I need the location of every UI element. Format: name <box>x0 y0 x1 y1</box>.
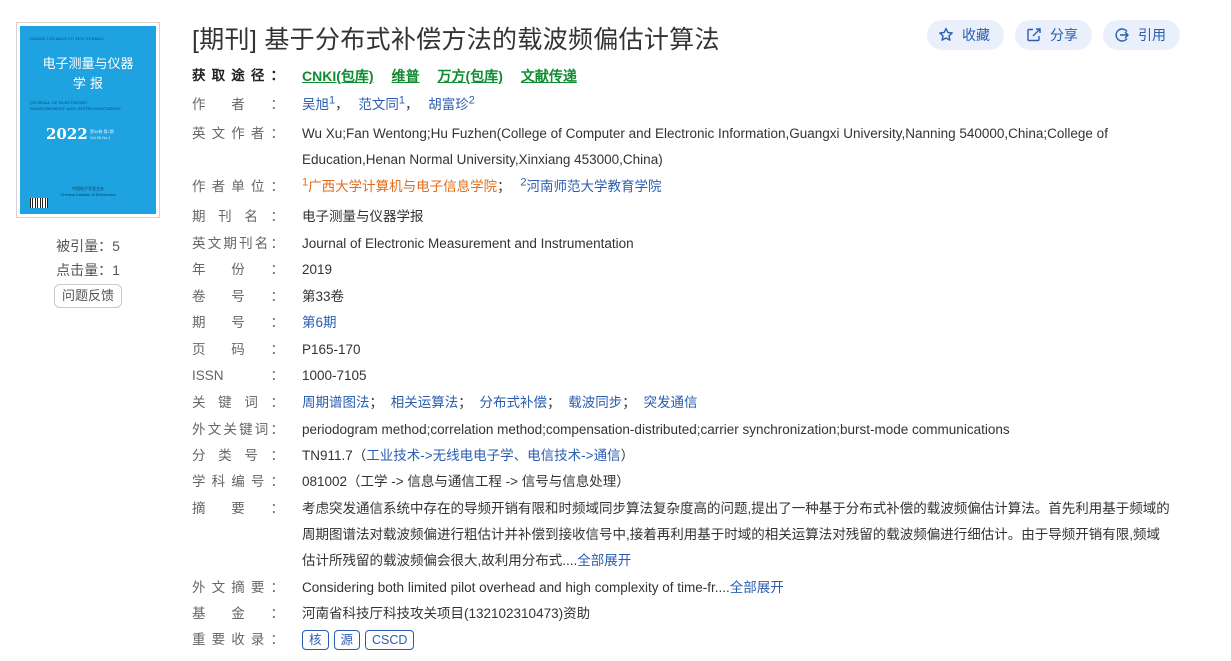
cover-pinyin: DIANZI CELIANG YU YIQI XUEBAO <box>30 36 104 41</box>
pages-value: P165-170 <box>302 342 361 357</box>
abstract-label: 摘要： <box>192 501 284 516</box>
authors-value: 吴旭1， 范文同1， 胡富珍2 <box>302 94 475 112</box>
keyword-link[interactable]: 相关运算法 <box>391 395 459 410</box>
source-label: 获取途径： <box>192 68 284 83</box>
click-count: 点击量：1 <box>56 262 120 278</box>
source-link-cnki[interactable]: CNKI(包库) <box>302 68 374 84</box>
fund-label: 基金： <box>192 606 284 621</box>
class-link-industry[interactable]: 工业技术 <box>366 448 420 463</box>
en-abstract-label: 外文摘要： <box>192 580 284 595</box>
cover-publisher-en: Chinese Institute of Electronics <box>60 192 116 197</box>
class-arrow: -> <box>420 448 433 463</box>
year-value: 2019 <box>302 262 333 277</box>
keywords-value: 周期谱图法； 相关运算法； 分布式补偿； 载波同步； 突发通信 <box>302 395 698 410</box>
pages-label: 页码： <box>192 342 284 357</box>
abstract-expand-link[interactable]: 全部展开 <box>577 553 631 568</box>
page-title: [期刊] 基于分布式补偿方法的载波频偏估计算法 <box>192 26 720 54</box>
keyword-link[interactable]: 突发通信 <box>644 395 698 410</box>
en-journal-label: 英文期刊名： <box>192 236 284 251</box>
author-link[interactable]: 胡富珍2 <box>428 95 475 112</box>
share-button[interactable]: 分享 <box>1015 20 1092 50</box>
index-badge[interactable]: 核 <box>302 630 329 650</box>
keywords-label: 关键词： <box>192 395 284 410</box>
cover-title-line2: 学 报 <box>72 77 104 92</box>
en-keywords-label: 外文关键词： <box>192 422 284 437</box>
class-link-radio[interactable]: 无线电电子学、电信技术 <box>433 448 582 463</box>
keyword-link[interactable]: 载波同步 <box>568 395 622 410</box>
index-label: 重要收录： <box>192 632 284 647</box>
cover-title-line1: 电子测量与仪器 <box>42 57 134 72</box>
stats-panel: 被引量：5 点击量：1 问题反馈 <box>16 234 160 308</box>
classification-value: TN911.7（工业技术->无线电电子学、电信技术->通信） <box>302 443 1172 469</box>
issue-link[interactable]: 第6期 <box>302 315 337 330</box>
journal-value: 电子测量与仪器学报 <box>302 209 424 224</box>
share-icon <box>1027 28 1041 42</box>
keyword-link[interactable]: 分布式补偿 <box>480 395 548 410</box>
cover-volume-en: Vol.36 No.1 <box>90 135 111 140</box>
subject-value: 081002（工学 -> 信息与通信工程 -> 信号与信息处理） <box>302 474 630 489</box>
author-link[interactable]: 范文同1 <box>358 95 405 112</box>
class-arrow: -> <box>581 448 594 463</box>
abstract-text: 考虑突发通信系统中存在的导频开销有限和时频域同步算法复杂度高的问题,提出了一种基… <box>302 501 1170 568</box>
index-badge[interactable]: CSCD <box>365 630 415 650</box>
cite-icon <box>1115 28 1129 42</box>
source-link-delivery[interactable]: 文献传递 <box>521 68 577 84</box>
action-bar: 收藏 分享 引用 <box>927 20 1180 50</box>
issn-value: 1000-7105 <box>302 368 367 383</box>
source-links: CNKI(包库) 维普 万方(包库) 文献传递 <box>302 63 1172 90</box>
classification-code: TN911.7 <box>302 448 353 463</box>
source-link-wanfang[interactable]: 万方(包库) <box>438 68 503 84</box>
affiliation-link[interactable]: 2河南师范大学教育学院 <box>520 177 661 194</box>
en-abstract-expand-link[interactable]: 全部展开 <box>730 580 784 595</box>
keyword-link[interactable]: 周期谱图法 <box>302 395 370 410</box>
affiliation-label: 作者单位： <box>192 179 284 194</box>
cover-barcode <box>30 198 48 208</box>
class-link-communication[interactable]: 通信 <box>594 448 621 463</box>
abstract-value: 考虑突发通信系统中存在的导频开销有限和时频域同步算法复杂度高的问题,提出了一种基… <box>302 496 1172 574</box>
en-authors-value: Wu Xu;Fan Wentong;Hu Fuzhen(College of C… <box>302 126 1108 167</box>
collect-button[interactable]: 收藏 <box>927 20 1004 50</box>
volume-value: 第33卷 <box>302 289 345 304</box>
volume-label: 卷号： <box>192 289 284 304</box>
journal-cover[interactable]: DIANZI CELIANG YU YIQI XUEBAO 电子测量与仪器 学 … <box>16 22 160 218</box>
source-link-vip[interactable]: 维普 <box>392 68 420 84</box>
authors-label: 作者： <box>192 97 284 112</box>
feedback-button[interactable]: 问题反馈 <box>53 284 122 308</box>
cited-count: 被引量：5 <box>56 238 120 254</box>
star-icon <box>939 27 953 41</box>
cover-volume: 第36卷 第1期 <box>90 129 114 134</box>
share-label: 分享 <box>1050 27 1078 43</box>
journal-label: 期刊名： <box>192 209 284 224</box>
cite-button[interactable]: 引用 <box>1103 20 1180 50</box>
fund-value: 河南省科技厅科技攻关项目(132102310473)资助 <box>302 606 591 621</box>
cover-english2: MEASUREMENT AND INSTRUMENTATION <box>30 106 121 111</box>
affiliation-link[interactable]: 1广西大学计算机与电子信息学院 <box>302 177 497 194</box>
affiliation-value: 1广西大学计算机与电子信息学院； 2河南师范大学教育学院 <box>302 176 662 194</box>
issn-label: ISSN： <box>192 368 284 383</box>
subject-label: 学科编号： <box>192 474 284 489</box>
en-abstract-value: Considering both limited pilot overhead … <box>302 575 1172 601</box>
paren-close: ） <box>620 448 635 463</box>
issue-value: 第6期 <box>302 310 1172 336</box>
cover-english1: JOURNAL OF ELECTRONIC <box>30 100 88 105</box>
cover-image: DIANZI CELIANG YU YIQI XUEBAO 电子测量与仪器 学 … <box>20 26 156 214</box>
index-badge[interactable]: 源 <box>333 630 361 650</box>
issue-label: 期号： <box>192 315 284 330</box>
paren-open: （ <box>352 448 367 463</box>
year-label: 年份： <box>192 262 284 277</box>
index-value: 核源 CSCD <box>302 627 1172 653</box>
en-authors-label: 英文作者： <box>192 126 284 141</box>
cite-label: 引用 <box>1138 27 1166 43</box>
en-journal-value: Journal of Electronic Measurement and In… <box>302 236 634 251</box>
classification-label: 分类号： <box>192 448 284 463</box>
cover-year: 2022 <box>46 125 88 143</box>
en-keywords-value: periodogram method;correlation method;co… <box>302 422 1010 437</box>
author-link[interactable]: 吴旭1 <box>302 95 335 112</box>
collect-label: 收藏 <box>962 27 990 43</box>
en-abstract-text: Considering both limited pilot overhead … <box>302 580 730 595</box>
